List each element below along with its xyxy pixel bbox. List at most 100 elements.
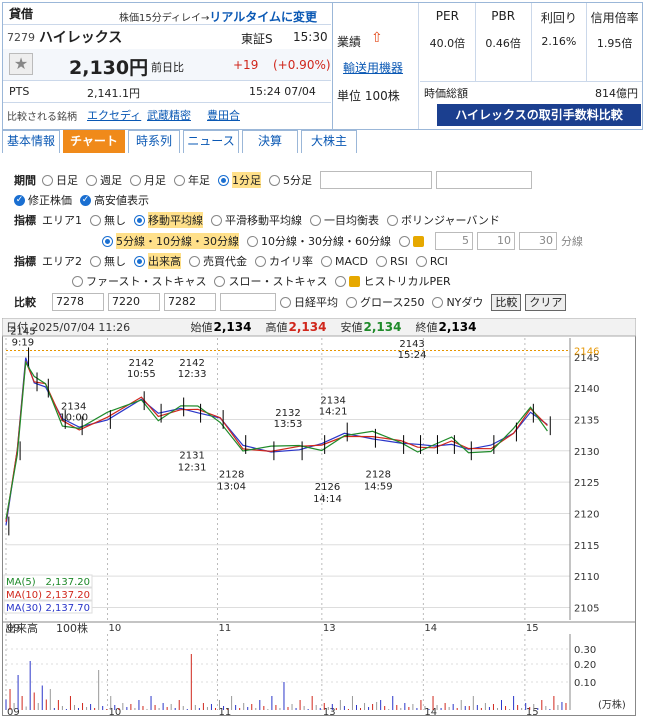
period-monthly[interactable]: 月足 bbox=[130, 172, 166, 188]
annotation-time: 14:14 bbox=[313, 494, 342, 505]
x-tick-label: 15 bbox=[526, 623, 539, 634]
y-tick-label: 2120 bbox=[574, 509, 599, 520]
period-1min[interactable]: 1分足 bbox=[218, 172, 261, 188]
high-low-checkbox[interactable]: ✓ 高安値表示 bbox=[80, 192, 149, 208]
tab-news[interactable]: ニュース bbox=[183, 130, 239, 153]
nikkei-checkbox[interactable]: 日経平均 bbox=[280, 294, 338, 310]
annotation-value: 2126 bbox=[315, 482, 340, 493]
ind2-none[interactable]: 無し bbox=[90, 253, 126, 269]
star-icon[interactable]: ★ bbox=[9, 53, 33, 75]
delay-notice: 株価15分ディレイ→リアルタイムに変更 bbox=[119, 10, 318, 24]
ind1-smooth-ma[interactable]: 平滑移動平均線 bbox=[211, 212, 302, 228]
current-price: 2,130円 bbox=[69, 57, 149, 79]
ind2-fast-stoch[interactable]: ファースト・ストキャス bbox=[72, 273, 206, 289]
ind2-deviation[interactable]: カイリ率 bbox=[255, 253, 313, 269]
tab-earnings[interactable]: 決算 bbox=[242, 130, 298, 153]
stock-chart: 日付 2025/07/04 11:26 始値 2,134 高値 2,134 安値 2,134… bbox=[1, 317, 637, 716]
annotation-value: 2128 bbox=[366, 469, 391, 480]
chart-header-text: 始値 bbox=[191, 320, 213, 334]
annotation-value: 2142 bbox=[129, 358, 154, 369]
x-tick-label-vol: 14 bbox=[424, 707, 437, 716]
period-input-2[interactable] bbox=[436, 171, 532, 189]
tab-chart[interactable]: チャート bbox=[63, 130, 125, 153]
ind1-custom[interactable] bbox=[399, 235, 427, 247]
y-tick-label: 2105 bbox=[574, 603, 599, 614]
annotation-time: 12:31 bbox=[178, 463, 207, 474]
business-box: 業績 ⇧ 輸送用機器 単位 100株 bbox=[333, 3, 419, 129]
tab-shareholders[interactable]: 大株主 bbox=[301, 130, 357, 153]
tab-basic-info[interactable]: 基本情報 bbox=[2, 130, 60, 153]
period-daily[interactable]: 日足 bbox=[42, 172, 78, 188]
ind1-ma[interactable]: 移動平均線 bbox=[134, 212, 203, 228]
chart-header-text: 終値 bbox=[416, 320, 438, 334]
period-yearly[interactable]: 年足 bbox=[174, 172, 210, 188]
indicator2-sub-row: ファースト・ストキャス スロー・ストキャス ヒストリカルPER bbox=[72, 273, 459, 289]
y-tick-label: 2115 bbox=[574, 541, 599, 552]
stock-info: 貸借 株価15分ディレイ→リアルタイムに変更 7279 ハイレックス 東証S 1… bbox=[3, 3, 331, 129]
price-time: 15:30 bbox=[293, 30, 328, 44]
ma-input-2[interactable]: 10 bbox=[477, 232, 515, 250]
volume-label: 出来高 bbox=[5, 621, 38, 635]
compare-input-2[interactable]: 7220 bbox=[108, 293, 160, 311]
compare-input-3[interactable]: 7282 bbox=[164, 293, 216, 311]
ind1-5-10-30[interactable]: 5分線・10分線・30分線 bbox=[102, 233, 239, 249]
vol-tick-label: 0.20 bbox=[574, 660, 596, 671]
ma-legend-name: MA(5) bbox=[6, 577, 36, 588]
period-row: 期間 日足 週足 月足 年足 1分足 5分足 bbox=[14, 171, 536, 189]
compare-input-4[interactable] bbox=[220, 293, 276, 311]
ma-legend-value: 2,137.20 bbox=[45, 577, 90, 588]
period-5min[interactable]: 5分足 bbox=[269, 172, 312, 188]
ind1-10-30-60[interactable]: 10分線・30分線・60分線 bbox=[247, 233, 391, 249]
metric-pbr: PBR 0.46倍 bbox=[476, 3, 532, 81]
ind1-none[interactable]: 無し bbox=[90, 212, 126, 228]
ind1-bollinger[interactable]: ボリンジャーバンド bbox=[387, 212, 500, 228]
stock-name: ハイレックス bbox=[39, 30, 123, 46]
adjust-row: ✓ 修正株価 ✓ 高安値表示 bbox=[14, 192, 157, 208]
compare-input-1[interactable]: 7278 bbox=[52, 293, 104, 311]
y-tick-label: 2140 bbox=[574, 384, 599, 395]
ma-input-1[interactable]: 5 bbox=[435, 232, 473, 250]
annotation-value: 2132 bbox=[275, 408, 300, 419]
ma-legend-value: 2,137.20 bbox=[45, 590, 90, 601]
x-tick-label: 14 bbox=[424, 623, 437, 634]
ind2-turnover[interactable]: 売買代金 bbox=[189, 253, 247, 269]
period-weekly[interactable]: 週足 bbox=[86, 172, 122, 188]
adjusted-price-checkbox[interactable]: ✓ 修正株価 bbox=[14, 192, 72, 208]
ma-input-3[interactable]: 30 bbox=[519, 232, 557, 250]
up-arrow-icon: ⇧ bbox=[371, 30, 383, 46]
x-tick-label-vol: 11 bbox=[219, 707, 232, 716]
x-tick-label: 11 bbox=[219, 623, 232, 634]
chart-svg: 日付 2025/07/04 11:26 始値 2,134 高値 2,134 安値 2,134… bbox=[1, 317, 637, 716]
price-change-pct: (+0.90%) bbox=[273, 58, 331, 72]
indicator2-row: 指標 エリア2 無し 出来高 売買代金 カイリ率 MACD RSI RCI bbox=[14, 253, 448, 269]
sector-link[interactable]: 輸送用機器 bbox=[343, 59, 403, 76]
compare-button[interactable]: 比較 bbox=[491, 293, 522, 311]
realtime-link[interactable]: リアルタイムに変更 bbox=[209, 10, 317, 24]
fee-compare-banner[interactable]: ハイレックスの取引手数料比較 bbox=[437, 104, 641, 126]
nydow-checkbox[interactable]: NYダウ bbox=[432, 294, 483, 310]
annotation-time: 12:33 bbox=[178, 369, 207, 380]
compare-link-3[interactable]: 豊田合 bbox=[207, 107, 240, 123]
ind2-macd[interactable]: MACD bbox=[321, 255, 368, 268]
clear-button[interactable]: クリア bbox=[525, 293, 567, 311]
ind2-hist-per[interactable]: ヒストリカルPER bbox=[335, 273, 451, 289]
compare-link-1[interactable]: エクセディ bbox=[87, 107, 141, 123]
annotation-time: 14:59 bbox=[364, 481, 393, 492]
ind1-ichimoku[interactable]: 一目均衡表 bbox=[310, 212, 379, 228]
ind2-volume[interactable]: 出来高 bbox=[134, 253, 181, 269]
annotation-time: 10:55 bbox=[127, 369, 156, 380]
growth250-checkbox[interactable]: グロース250 bbox=[346, 294, 424, 310]
y-tick-label: 2130 bbox=[574, 447, 599, 458]
tab-bar: 基本情報 チャート 時系列 ニュース 決算 大株主 bbox=[2, 130, 643, 153]
info-row-pts: PTS 2,141.1円 15:24 07/04 bbox=[3, 81, 331, 103]
lock-icon bbox=[349, 275, 361, 287]
period-input-1[interactable] bbox=[320, 171, 432, 189]
tab-timeseries[interactable]: 時系列 bbox=[128, 130, 180, 153]
chart-header-text: 2,134 bbox=[364, 320, 402, 334]
ind2-rsi[interactable]: RSI bbox=[375, 255, 408, 268]
current-price-label: 2146 bbox=[574, 347, 599, 358]
ind2-rci[interactable]: RCI bbox=[415, 255, 448, 268]
ind2-slow-stoch[interactable]: スロー・ストキャス bbox=[214, 273, 327, 289]
compare-link-2[interactable]: 武蔵精密 bbox=[147, 107, 191, 123]
x-tick-label-vol: 15 bbox=[526, 707, 539, 716]
